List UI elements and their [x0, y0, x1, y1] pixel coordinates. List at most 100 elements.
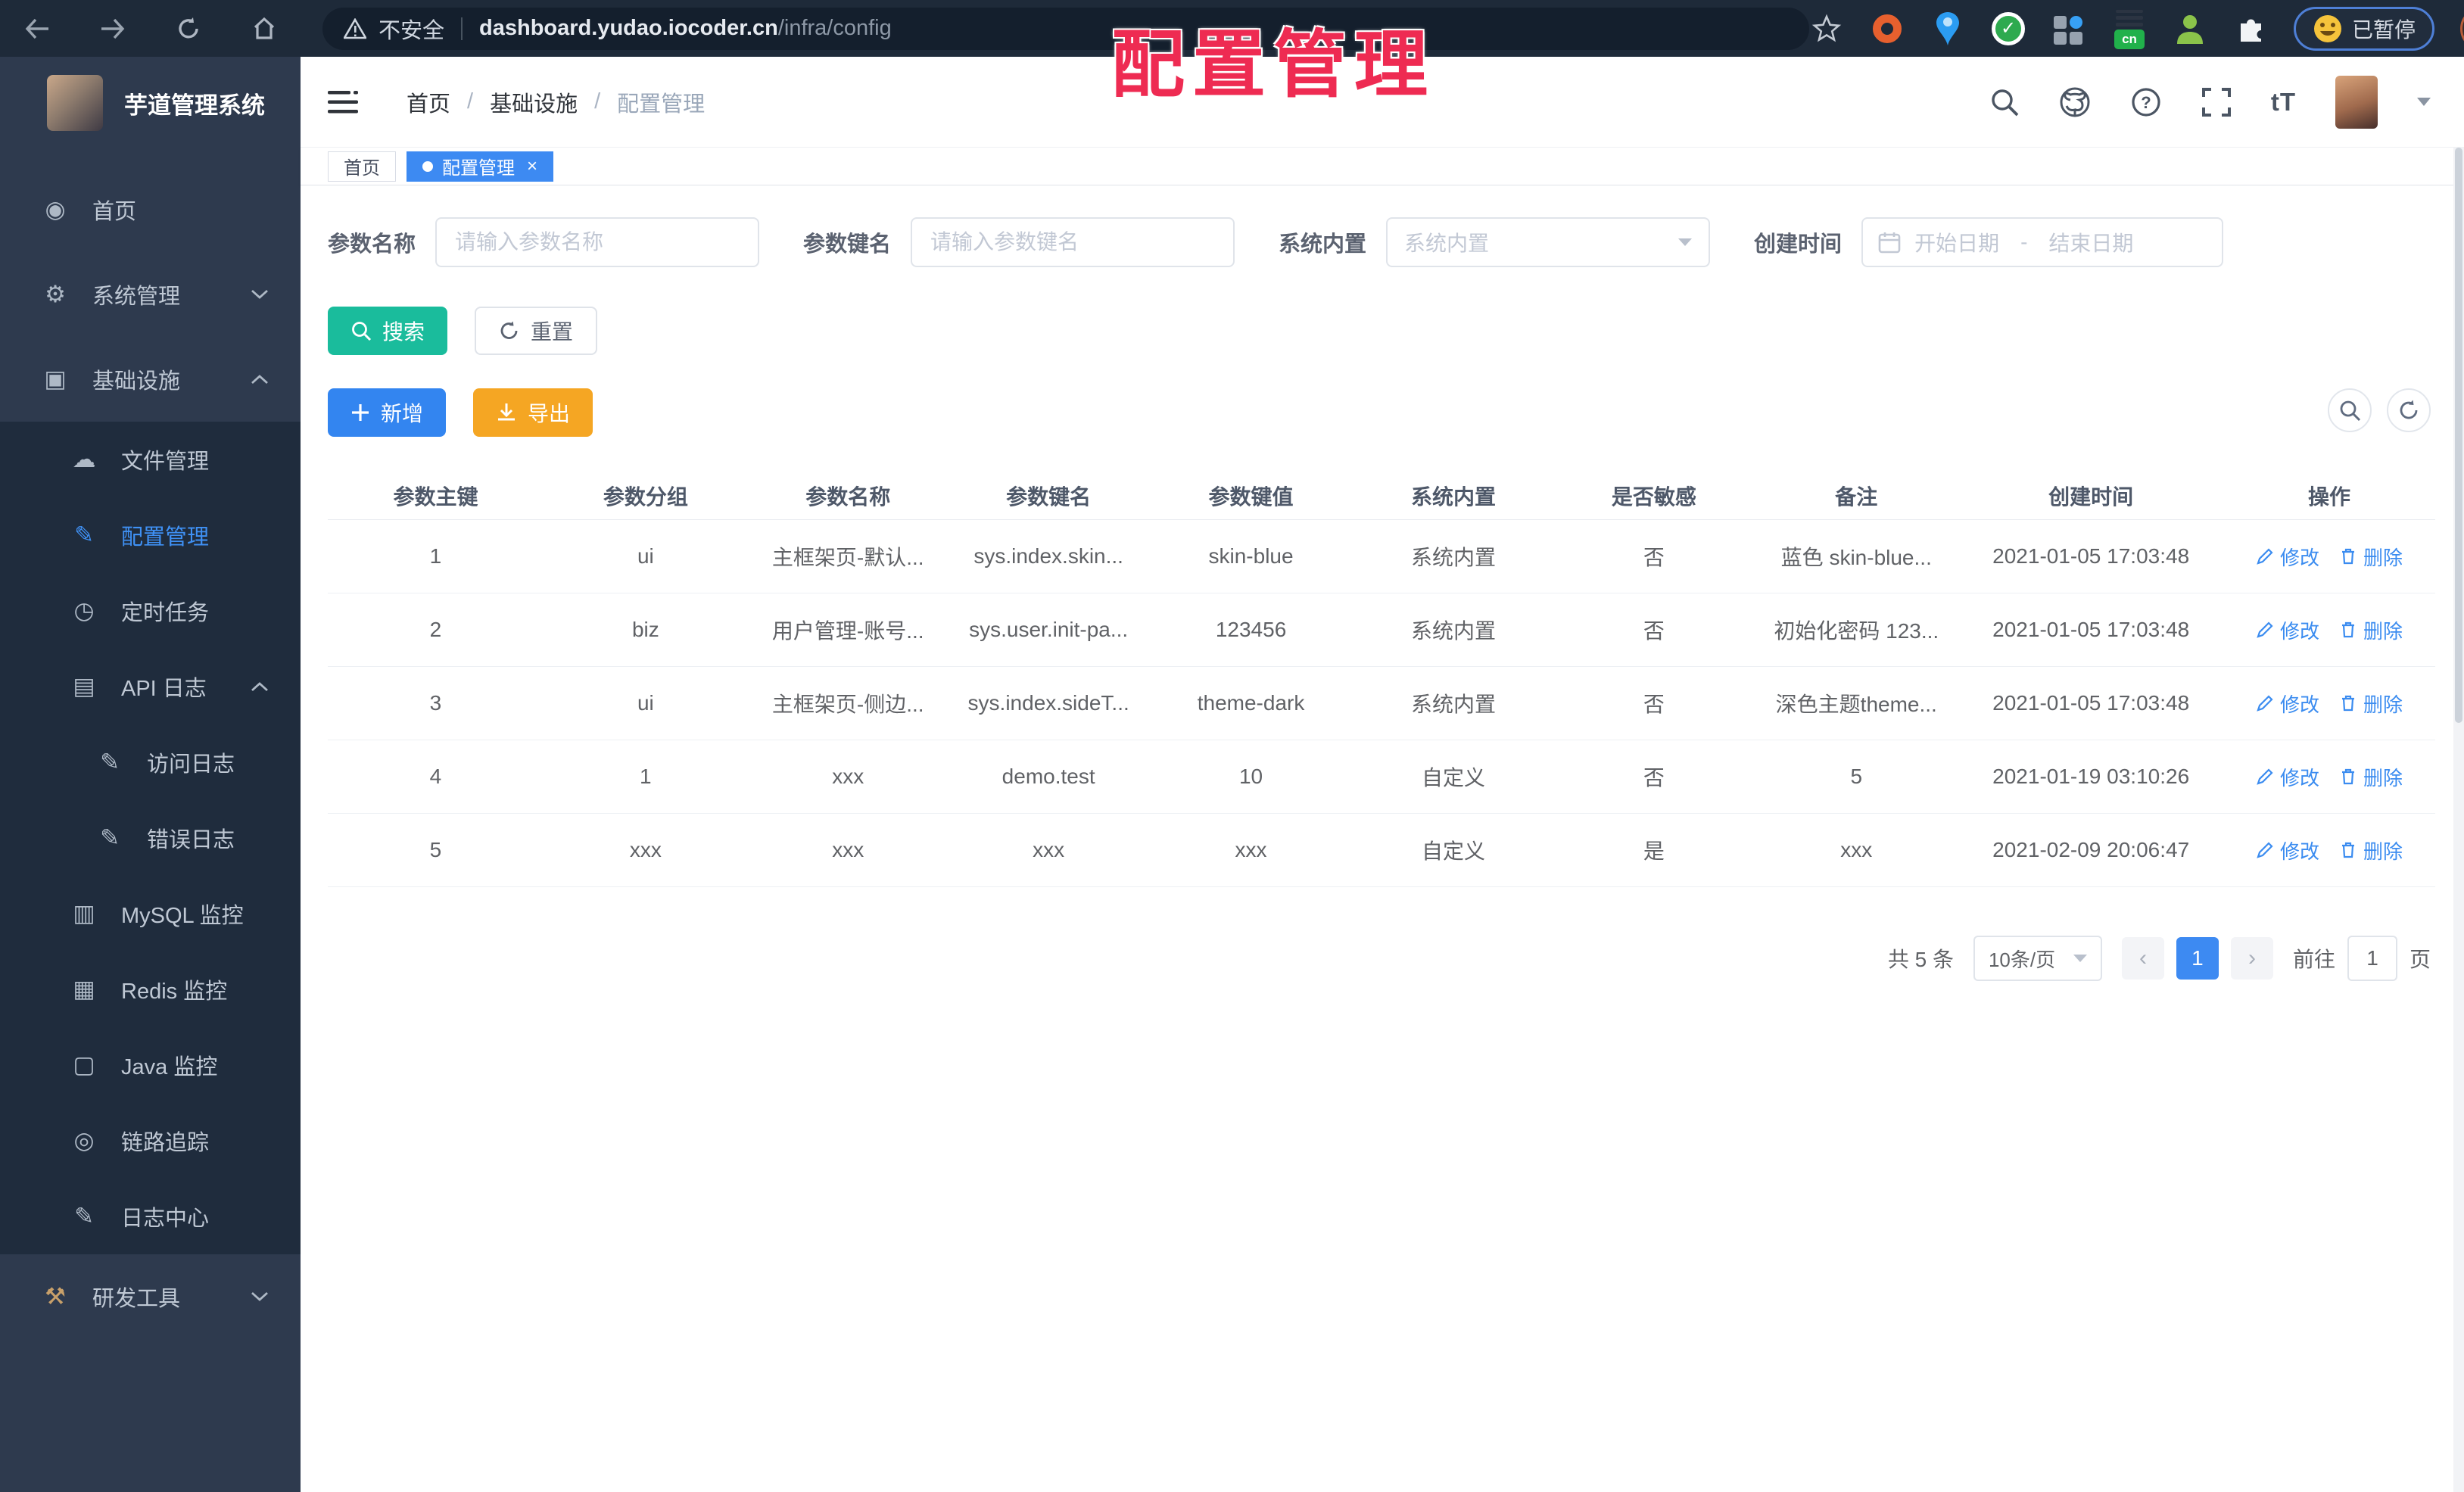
extension-orange-ring-icon[interactable] — [1870, 9, 1905, 48]
cell-sensitive: 否 — [1643, 546, 1665, 569]
cell-builtin: 系统内置 — [1410, 546, 1496, 569]
sidebar-item-label: 研发工具 — [92, 1287, 181, 1311]
font-size-icon[interactable]: tT — [2271, 88, 2296, 117]
tab-home[interactable]: 首页 — [328, 151, 396, 182]
docs-help-icon[interactable]: ? — [2130, 86, 2162, 118]
breadcrumb: 首页 / 基础设施 / 配置管理 — [407, 86, 705, 118]
file-management-icon: ☁ — [72, 446, 96, 472]
cell-key: sys.user.init-pa... — [969, 618, 1129, 641]
breadcrumb-home[interactable]: 首页 — [407, 86, 450, 118]
sidebar-item-label: 首页 — [92, 200, 137, 224]
sidebar-item-scheduled-tasks[interactable]: ◷ 定时任务 — [0, 573, 301, 649]
edit-link[interactable]: 修改 — [2256, 543, 2319, 571]
edit-link[interactable]: 修改 — [2256, 690, 2319, 718]
search-button[interactable]: 搜索 — [328, 307, 448, 355]
delete-link[interactable]: 删除 — [2339, 690, 2403, 718]
sidebar-item-link-tracing[interactable]: ◎ 链路追踪 — [0, 1103, 301, 1179]
address-bar[interactable]: 不安全 dashboard.yudao.iocoder.cn /infra/co… — [322, 7, 1809, 50]
refresh-table-button[interactable] — [2387, 388, 2431, 432]
url-path: /infra/config — [777, 16, 892, 40]
cell-remark: 5 — [1850, 765, 1863, 788]
date-range-picker[interactable]: 开始日期 - 结束日期 — [1861, 217, 2224, 267]
cell-key: xxx — [1033, 838, 1065, 861]
extension-person-icon[interactable] — [2173, 9, 2207, 48]
fullscreen-icon[interactable] — [2201, 87, 2232, 117]
reset-button[interactable]: 重置 — [475, 307, 598, 355]
export-button[interactable]: 导出 — [473, 388, 593, 437]
sidebar-item-infrastructure[interactable]: ▣ 基础设施 — [0, 337, 301, 422]
sidebar-item-access-logs[interactable]: ✎ 访问日志 — [0, 724, 301, 800]
delete-link[interactable]: 删除 — [2339, 543, 2403, 571]
sidebar-item-config-management[interactable]: ✎ 配置管理 — [0, 497, 301, 573]
chevron-down-icon — [2073, 955, 2087, 962]
sidebar-item-java-monitor[interactable]: ▢ Java 监控 — [0, 1027, 301, 1103]
browser-forward-icon[interactable] — [95, 11, 130, 46]
extension-grid-icon[interactable] — [2051, 9, 2086, 48]
browser-home-icon[interactable] — [247, 11, 282, 46]
param-key-label: 参数键名 — [803, 232, 892, 257]
sidebar-item-log-center[interactable]: ✎ 日志中心 — [0, 1179, 301, 1254]
edit-link[interactable]: 修改 — [2256, 836, 2319, 864]
sidebar-item-file-management[interactable]: ☁ 文件管理 — [0, 422, 301, 497]
app-title: 芋道管理系统 — [124, 92, 265, 119]
param-name-input[interactable] — [435, 217, 760, 267]
page-size-select[interactable]: 10条/页 — [1973, 936, 2102, 981]
edit-link[interactable]: 修改 — [2256, 616, 2319, 644]
header-search-icon[interactable] — [1989, 87, 2020, 117]
goto-page-input[interactable] — [2347, 936, 2397, 981]
calendar-icon — [1878, 231, 1901, 254]
profile-paused-badge[interactable]: 已暂停 — [2294, 6, 2435, 51]
sidebar-item-mysql-monitor[interactable]: ▥ MySQL 监控 — [0, 876, 301, 952]
delete-link[interactable]: 删除 — [2339, 836, 2403, 864]
sidebar-item-system-management[interactable]: ⚙ 系统管理 — [0, 252, 301, 337]
cell-id: 3 — [429, 691, 442, 715]
toggle-search-button[interactable] — [2328, 388, 2372, 432]
table-row: 1 ui 主框架页-默认... sys.index.skin... skin-blue 系… — [328, 520, 2435, 593]
browser-update-button[interactable]: 更新 — [2460, 6, 2464, 51]
next-page-button[interactable]: › — [2230, 937, 2273, 980]
add-button[interactable]: 新增 — [328, 388, 447, 437]
sidebar-item-error-logs[interactable]: ✎ 错误日志 — [0, 800, 301, 876]
param-key-input[interactable] — [911, 217, 1235, 267]
extension-blue-pin-icon[interactable] — [1930, 9, 1965, 48]
chevron-down-icon — [1678, 238, 1693, 246]
tab-close-icon[interactable]: × — [527, 157, 537, 176]
browser-back-icon[interactable] — [20, 11, 55, 46]
date-end-placeholder: 结束日期 — [2048, 232, 2134, 255]
browser-reload-icon[interactable] — [171, 11, 206, 46]
config-table: 参数主键 参数分组 参数名称 参数键名 参数键值 系统内置 是否敏感 备注 创建… — [328, 472, 2435, 887]
search-icon — [2340, 400, 2361, 422]
app-logo-avatar — [47, 75, 103, 131]
github-icon[interactable] — [2059, 86, 2091, 118]
extension-green-check-icon[interactable]: ✓ — [1991, 9, 2026, 48]
cell-value: theme-dark — [1197, 691, 1305, 715]
bookmark-star-icon[interactable] — [1809, 9, 1844, 48]
sidebar-item-api-logs[interactable]: ▤ API 日志 — [0, 649, 301, 724]
sidebar-item-label: Redis 监控 — [121, 980, 228, 1004]
extension-cn-translate-icon[interactable]: cn — [2112, 9, 2147, 49]
scrollbar-thumb[interactable] — [2455, 148, 2462, 723]
extension-puzzle-icon[interactable] — [2233, 9, 2268, 48]
app-logo-row[interactable]: 芋道管理系统 — [0, 57, 301, 146]
browser-chrome: 不安全 dashboard.yudao.iocoder.cn /infra/co… — [0, 0, 2464, 57]
infrastructure-icon: ▣ — [44, 366, 67, 392]
prev-page-button[interactable]: ‹ — [2121, 937, 2164, 980]
edit-link[interactable]: 修改 — [2256, 763, 2319, 791]
delete-link[interactable]: 删除 — [2339, 763, 2403, 791]
delete-link[interactable]: 删除 — [2339, 616, 2403, 644]
sidebar-item-dev-tools[interactable]: ⚒ 研发工具 — [0, 1254, 301, 1339]
user-avatar[interactable] — [2335, 75, 2378, 129]
user-menu-caret-icon[interactable] — [2417, 98, 2431, 106]
sidebar-item-redis-monitor[interactable]: ▦ Redis 监控 — [0, 952, 301, 1027]
collapse-sidebar-icon[interactable] — [328, 89, 360, 115]
plus-icon — [352, 404, 369, 421]
builtin-select[interactable]: 系统内置 — [1386, 217, 1711, 267]
breadcrumb-infrastructure[interactable]: 基础设施 — [490, 86, 578, 118]
scrollbar[interactable] — [2453, 148, 2464, 1492]
tab-config-management[interactable]: 配置管理 × — [407, 151, 554, 182]
cell-time: 2021-02-09 20:06:47 — [1992, 838, 2190, 861]
sidebar-item-label: API 日志 — [121, 677, 207, 701]
page-1-button[interactable]: 1 — [2176, 937, 2219, 980]
sidebar-item-home[interactable]: ◉ 首页 — [0, 167, 301, 252]
java-monitor-icon: ▢ — [73, 1051, 95, 1078]
